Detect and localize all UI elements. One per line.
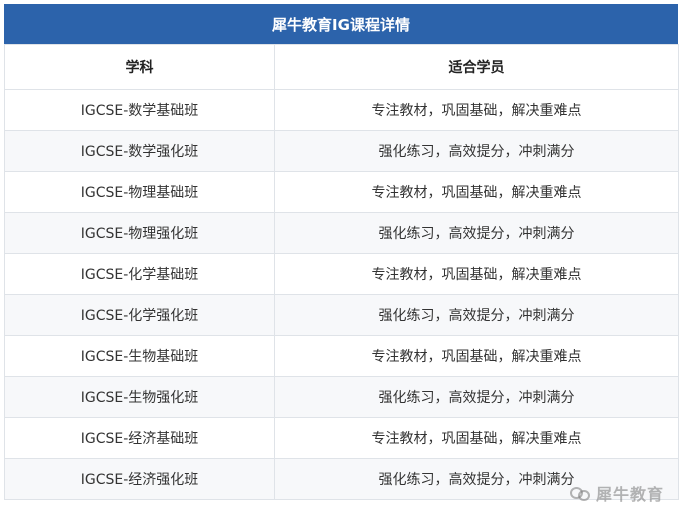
header-target-students: 适合学员 [274, 44, 679, 90]
table-row: IGCSE-化学基础班 专注教材，巩固基础，解决重难点 [4, 253, 679, 295]
description-cell: 专注教材，巩固基础，解决重难点 [274, 171, 679, 213]
description-cell: 专注教材，巩固基础，解决重难点 [274, 335, 679, 377]
subject-cell: IGCSE-化学基础班 [4, 253, 275, 295]
table-row: IGCSE-经济基础班 专注教材，巩固基础，解决重难点 [4, 417, 679, 459]
subject-cell: IGCSE-物理基础班 [4, 171, 275, 213]
table-row: IGCSE-化学强化班 强化练习，高效提分，冲刺满分 [4, 294, 679, 336]
subject-cell: IGCSE-数学基础班 [4, 89, 275, 131]
subject-cell: IGCSE-数学强化班 [4, 130, 275, 172]
description-cell: 强化练习，高效提分，冲刺满分 [274, 212, 679, 254]
description-cell: 强化练习，高效提分，冲刺满分 [274, 458, 679, 500]
table-title: 犀牛教育IG课程详情 [4, 4, 678, 44]
table-row: IGCSE-生物强化班 强化练习，高效提分，冲刺满分 [4, 376, 679, 418]
table-header-row: 学科 适合学员 [4, 44, 679, 90]
description-cell: 强化练习，高效提分，冲刺满分 [274, 376, 679, 418]
subject-cell: IGCSE-物理强化班 [4, 212, 275, 254]
subject-cell: IGCSE-生物基础班 [4, 335, 275, 377]
table-row: IGCSE-数学基础班 专注教材，巩固基础，解决重难点 [4, 89, 679, 131]
description-cell: 强化练习，高效提分，冲刺满分 [274, 130, 679, 172]
description-cell: 专注教材，巩固基础，解决重难点 [274, 89, 679, 131]
table-row: IGCSE-生物基础班 专注教材，巩固基础，解决重难点 [4, 335, 679, 377]
subject-cell: IGCSE-生物强化班 [4, 376, 275, 418]
subject-cell: IGCSE-化学强化班 [4, 294, 275, 336]
header-subject: 学科 [4, 44, 275, 90]
course-table-container: 犀牛教育IG课程详情 学科 适合学员 IGCSE-数学基础班 专注教材，巩固基础… [4, 4, 679, 500]
description-cell: 专注教材，巩固基础，解决重难点 [274, 253, 679, 295]
table-row: IGCSE-经济强化班 强化练习，高效提分，冲刺满分 [4, 458, 679, 500]
description-cell: 专注教材，巩固基础，解决重难点 [274, 417, 679, 459]
description-cell: 强化练习，高效提分，冲刺满分 [274, 294, 679, 336]
subject-cell: IGCSE-经济基础班 [4, 417, 275, 459]
table-row: IGCSE-物理基础班 专注教材，巩固基础，解决重难点 [4, 171, 679, 213]
course-table: 学科 适合学员 IGCSE-数学基础班 专注教材，巩固基础，解决重难点 IGCS… [4, 44, 679, 500]
subject-cell: IGCSE-经济强化班 [4, 458, 275, 500]
table-row: IGCSE-数学强化班 强化练习，高效提分，冲刺满分 [4, 130, 679, 172]
table-row: IGCSE-物理强化班 强化练习，高效提分，冲刺满分 [4, 212, 679, 254]
